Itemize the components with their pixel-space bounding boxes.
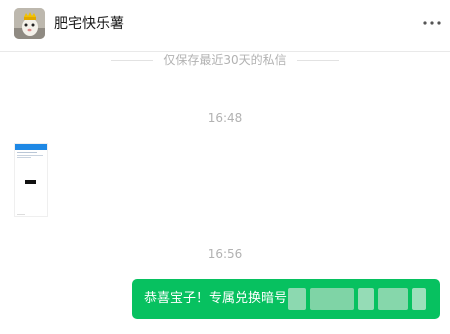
timestamp: 16:56 — [207, 247, 243, 261]
message-bubble[interactable]: 恭喜宝子！专属兑换暗号 — [132, 279, 440, 319]
retention-text: 仅保存最近30天的私信 — [163, 53, 287, 67]
more-icon[interactable] — [420, 11, 444, 35]
divider-line — [111, 60, 154, 61]
redacted-code — [378, 288, 408, 310]
message-text: 恭喜宝子！专属兑换暗号 — [144, 291, 288, 306]
avatar-image — [14, 8, 45, 39]
divider-line — [296, 60, 339, 61]
image-message[interactable] — [14, 143, 48, 217]
screenshot-thumbnail — [15, 144, 47, 216]
retention-notice: 仅保存最近30天的私信 — [0, 52, 450, 69]
chat-title: 肥宅快乐薯 — [54, 16, 124, 32]
redacted-code — [310, 288, 354, 310]
redacted-code — [412, 288, 426, 310]
avatar[interactable] — [14, 8, 45, 39]
redacted-code — [358, 288, 374, 310]
timestamp: 16:48 — [207, 111, 243, 125]
chat-header: 肥宅快乐薯 — [0, 0, 450, 52]
redacted-code — [288, 288, 306, 310]
